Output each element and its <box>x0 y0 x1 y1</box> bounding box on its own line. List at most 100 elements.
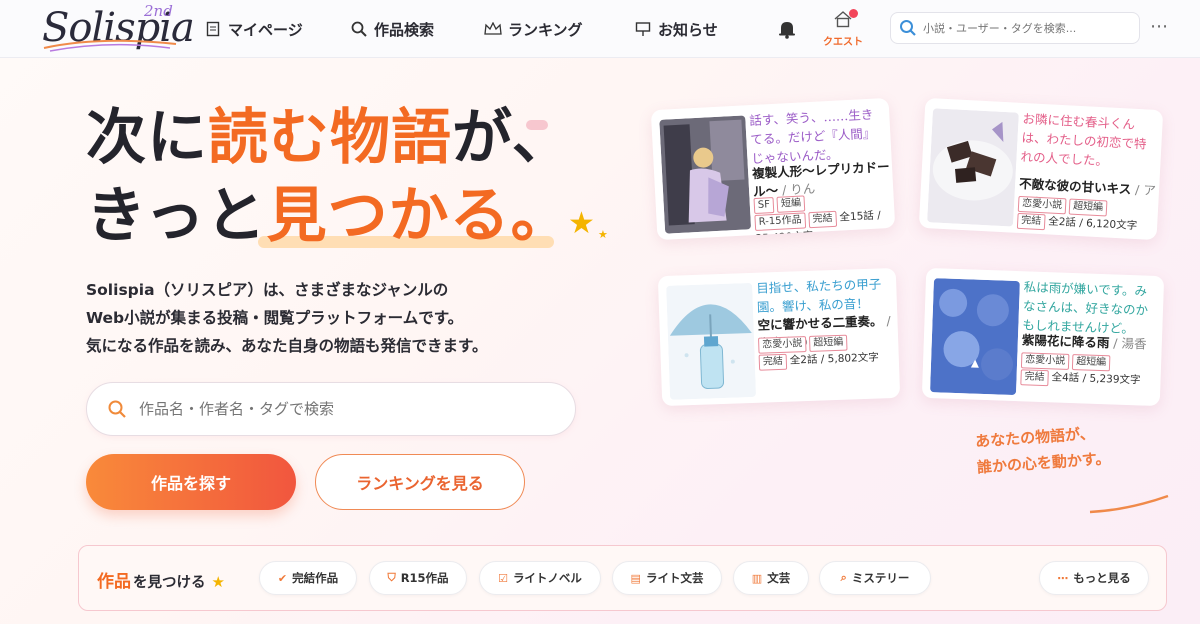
card-episodes: 全2話 / 5,802文字 <box>789 351 879 367</box>
card-quote: 目指せ、私たちの甲子園。響け、私の音！ <box>756 276 882 315</box>
tag-badge[interactable]: SF <box>753 197 775 215</box>
card-episodes: 全4話 / 5,239文字 <box>1051 371 1141 387</box>
card-meta: SF 短編 R-15作品 完結 全15話 / 35,430文字 <box>753 190 893 240</box>
chip-label: もっと見る <box>1073 571 1131 585</box>
chip-literature[interactable]: ▥ 文芸 <box>733 561 809 595</box>
cover-image <box>666 282 757 400</box>
tag-badge[interactable]: 超短編 <box>1068 198 1108 217</box>
hero-search-input[interactable] <box>139 400 539 418</box>
page-icon <box>204 20 222 38</box>
tag-badge[interactable]: 完結 <box>758 353 788 371</box>
chip-light-novel[interactable]: ☑ ライトノベル <box>479 561 601 595</box>
card-episodes: 全2話 / 6,120文字 <box>1047 215 1138 233</box>
hero-line2-a: きっと <box>86 181 267 251</box>
work-card[interactable]: 話す、笑う、……生きてる。だけど『人間』じゃないんだ。 複製人形〜レプリカドール… <box>650 97 896 241</box>
category-heading: 作品 を見つける ★ <box>97 567 225 592</box>
tag-badge[interactable]: 超短編 <box>808 334 848 352</box>
more-menu-icon[interactable]: ⋯ <box>1150 16 1169 37</box>
desc-line3: 気になる作品を読み、あなた自身の物語も発信できます。 <box>86 337 488 355</box>
header-search-input[interactable] <box>923 21 1123 35</box>
tag-badge[interactable]: 恋愛小説 <box>758 336 807 354</box>
tagline: あなたの物語が、 誰かの心を動かす。 <box>974 419 1111 480</box>
card-quote: 私は雨が嫌いです。みなさんは、好きなのかもしれませんけど。 <box>1022 279 1149 337</box>
card-title-text: 不敵な彼の甘いキス <box>1018 175 1132 197</box>
search-icon <box>900 20 916 36</box>
logo-superscript: 2nd <box>144 2 173 20</box>
view-ranking-button[interactable]: ランキングを見る <box>315 454 525 510</box>
nav-mypage-label: マイページ <box>228 20 303 39</box>
hero-description: Solispia（ソリスピア）は、さまざまなジャンルの Web小説が集まる投稿・… <box>86 276 546 360</box>
dots-icon: ⋯ <box>1057 571 1069 585</box>
work-card[interactable]: 私は雨が嫌いです。みなさんは、好きなのかもしれませんけど。 紫陽花に降る雨 / … <box>921 267 1165 407</box>
logo-swoosh-icon <box>43 39 177 52</box>
chip-light-literature[interactable]: ▤ ライト文芸 <box>612 561 722 595</box>
nav-mypage[interactable]: マイページ <box>204 18 303 40</box>
nav-ranking-label: ランキング <box>508 20 583 39</box>
card-title-text: 空に響かせる二重奏。 <box>757 313 883 333</box>
card-title-text: 紫陽花に降る雨 <box>1021 332 1110 351</box>
chip-label: ライト文芸 <box>645 571 704 585</box>
tag-badge[interactable]: 短編 <box>776 195 806 213</box>
tag-badge[interactable]: 完結 <box>1016 212 1046 231</box>
top-header: Solispia 2nd マイページ 作品検索 ランキング お知らせ クエスト … <box>0 0 1200 58</box>
card-meta: 恋愛小説 超短編 完結 全4話 / 5,239文字 <box>1020 351 1159 390</box>
chip-label: 文芸 <box>767 571 791 585</box>
chip-label: R15作品 <box>400 571 449 585</box>
chip-mystery[interactable]: ⌕ ミステリー <box>819 561 931 595</box>
book-icon: ▤ <box>630 571 641 585</box>
search-icon <box>108 400 126 418</box>
header-search[interactable] <box>890 12 1140 44</box>
tag-badge[interactable]: 完結 <box>808 210 837 229</box>
card-quote: お隣に住む春斗くんは、わたしの初恋で特れの人でした。 <box>1020 110 1147 169</box>
hero-headline-line2: きっと見つかる。 <box>86 186 572 246</box>
signboard-icon <box>634 20 652 38</box>
nav-search-label: 作品検索 <box>374 20 435 39</box>
quest-label: クエスト <box>823 37 863 48</box>
card-meta: 恋愛小説 超短編 完結 全2話 / 5,802文字 <box>758 332 897 371</box>
tag-badge[interactable]: 完結 <box>1020 369 1049 387</box>
tag-badge[interactable]: 超短編 <box>1071 354 1111 372</box>
nav-search[interactable]: 作品検索 <box>350 18 434 40</box>
crown-icon <box>484 20 502 38</box>
notification-dot <box>849 9 858 18</box>
work-card[interactable]: 目指せ、私たちの甲子園。響け、私の音！ 空に響かせる二重奏。 / 朱宮あめ 恋愛… <box>657 267 901 407</box>
cover-image <box>659 115 752 234</box>
decor-swoosh <box>1089 494 1169 514</box>
card-episodes: 全15話 / <box>839 209 882 224</box>
work-card[interactable]: お隣に住む春斗くんは、わたしの初恋で特れの人でした。 不敵な彼の甘いキス / ア… <box>918 97 1164 241</box>
card-meta: 恋愛小説 超短編 完結 全2話 / 6,120文字 <box>1016 195 1157 236</box>
chip-label: ライトノベル <box>512 571 582 585</box>
chip-completed[interactable]: ✔ 完結作品 <box>259 561 357 595</box>
chip-r15[interactable]: ⛉ R15作品 <box>369 561 467 595</box>
category-heading-accent: 作品 <box>97 572 131 592</box>
chip-label: ミステリー <box>851 571 910 585</box>
tag-badge[interactable]: 恋愛小説 <box>1017 195 1067 215</box>
chip-label: 完結作品 <box>292 571 339 585</box>
tag-badge[interactable]: R-15作品 <box>754 212 807 232</box>
category-bar: 作品 を見つける ★ ✔ 完結作品 ⛉ R15作品 ☑ ライトノベル ▤ ライト… <box>78 545 1167 611</box>
shield-icon: ⛉ <box>387 571 396 584</box>
cover-image <box>927 108 1019 227</box>
quest-button[interactable]: クエスト <box>820 9 866 48</box>
more-categories-button[interactable]: ⋯ もっと見る <box>1039 561 1149 595</box>
nav-news[interactable]: お知らせ <box>634 18 718 40</box>
open-book-icon: ▥ <box>751 571 763 585</box>
nav-ranking[interactable]: ランキング <box>484 18 583 40</box>
hero-line1-accent: 読む物語 <box>208 103 452 173</box>
desc-line1: Solispia（ソリスピア）は、さまざまなジャンルの <box>86 281 449 299</box>
star-icon: ★ <box>211 573 225 591</box>
magnifier-icon: ⌕ <box>840 571 847 584</box>
cover-image <box>930 278 1020 396</box>
hero-search[interactable] <box>86 382 576 436</box>
hero-line1-a: 次に <box>86 103 208 173</box>
bell-icon[interactable] <box>776 18 798 40</box>
tag-badge[interactable]: 恋愛小説 <box>1020 352 1070 370</box>
category-heading-text: を見つける <box>133 575 206 591</box>
check-circle-icon: ✔ <box>277 571 288 585</box>
find-works-button[interactable]: 作品を探す <box>86 454 296 510</box>
site-logo[interactable]: Solispia 2nd <box>40 2 195 54</box>
hero-line2-accent: 見つかる。 <box>266 181 572 251</box>
card-chars: 35,430文字 <box>755 229 814 241</box>
desc-line2: Web小説が集まる投稿・閲覧プラットフォームです。 <box>86 309 464 327</box>
hero-headline-line1: 次に読む物語が、 <box>86 108 573 168</box>
